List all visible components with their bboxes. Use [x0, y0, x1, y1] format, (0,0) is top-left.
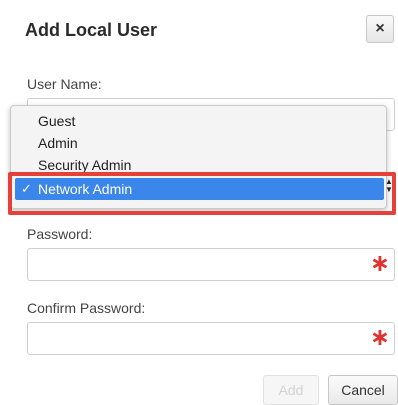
required-icon: ∗ [369, 324, 390, 351]
select-arrows-icon[interactable]: ▲ ▼ [383, 178, 395, 200]
close-button[interactable]: × [366, 15, 394, 43]
add-local-user-dialog: Add Local User × User Name: Password: ∗ … [0, 0, 398, 405]
password-label: Password: [27, 226, 93, 242]
dialog-title: Add Local User [25, 20, 158, 40]
password-field[interactable]: ∗ [27, 248, 395, 281]
option-security-admin[interactable]: Security Admin [11, 154, 386, 176]
close-icon: × [375, 20, 385, 37]
checkmark-icon: ✓ [21, 181, 32, 196]
option-admin[interactable]: Admin [11, 132, 386, 154]
cancel-button[interactable]: Cancel [328, 375, 398, 405]
confirm-password-field[interactable]: ∗ [27, 322, 395, 355]
role-dropdown-list: Guest Admin Security Admin ✓ Network Adm… [10, 105, 387, 209]
required-icon: ∗ [369, 250, 390, 277]
option-guest[interactable]: Guest [11, 110, 386, 132]
confirm-password-label: Confirm Password: [27, 300, 146, 316]
add-button[interactable]: Add [263, 375, 319, 405]
option-network-admin[interactable]: ✓ Network Admin [15, 178, 384, 200]
username-label: User Name: [27, 76, 102, 92]
